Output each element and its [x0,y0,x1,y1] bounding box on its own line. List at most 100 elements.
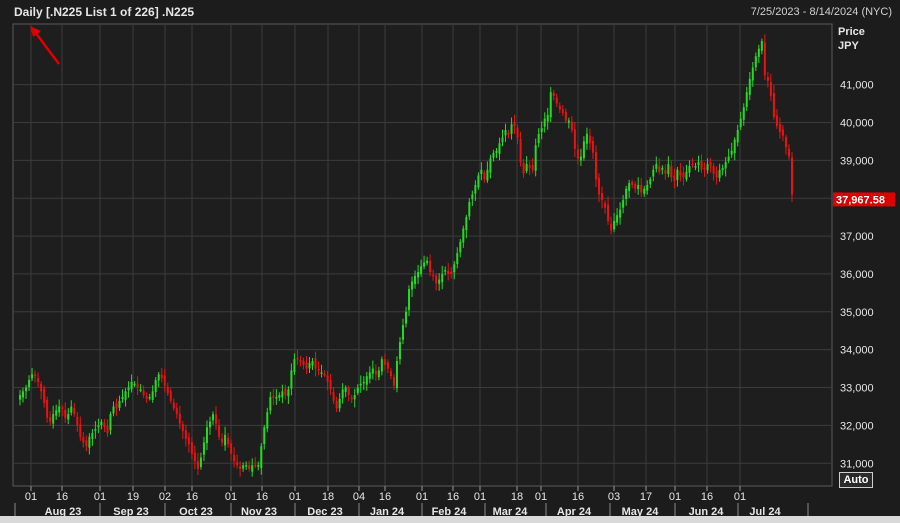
candle-body [181,423,184,432]
candle-body [468,201,471,217]
x-day-label: 18 [322,491,334,503]
candle-body [558,105,561,110]
candle-body [326,375,329,382]
candle-body [205,427,208,444]
candle-body [709,162,712,167]
candle-body [43,388,46,403]
chart-title: Daily [.N225 List 1 of 226] .N225 [14,5,195,19]
candle-body [604,203,607,208]
candle-body [480,169,483,174]
candle-body [163,375,166,386]
candle-body [534,145,537,171]
candle-body [625,188,628,200]
candle-body [513,122,516,127]
candle-body [386,362,389,369]
candle-body [142,390,145,396]
candle-body [52,414,55,424]
candle-body [441,273,444,283]
candle-body [230,443,233,454]
candle-body [661,167,664,170]
x-day-label: 01 [416,491,428,503]
y-tick-label: 36,000 [840,269,874,281]
candle-body [667,164,670,175]
x-day-label: 16 [447,491,459,503]
x-day-label: 01 [25,491,37,503]
candle-body [199,457,202,467]
x-day-label: 16 [379,491,391,503]
candle-body [763,42,766,76]
candle-body [426,260,429,264]
candle-body [308,362,311,369]
candle-body [706,164,709,171]
candle-body [172,402,175,409]
candle-body [314,358,317,369]
candle-body [582,141,585,159]
horizontal-scrollbar[interactable] [0,516,900,523]
candle-body [350,397,353,400]
candle-body [31,374,34,379]
x-day-label: 01 [669,491,681,503]
candle-body [383,359,386,365]
candle-body [414,275,417,284]
candle-body [715,171,718,178]
candle-body [546,114,549,122]
candle-body [628,183,631,191]
candle-body [685,171,688,180]
candle-body [224,434,227,446]
candle-body [341,389,344,399]
candle-body [215,414,218,424]
candlestick-chart: 31,000 32,000 33,000 34,000 35,000 36,000 37,0… [12,23,895,518]
candle-body [607,204,610,221]
candle-body [353,395,356,400]
x-day-label: 01 [734,491,746,503]
candle-body [395,361,398,389]
candle-body [507,132,510,135]
candle-body [748,78,751,95]
candle-body [489,158,492,173]
y-tick-label: 41,000 [840,80,874,92]
candle-body [652,169,655,177]
candle-body [100,421,103,426]
candle-body [634,184,637,189]
candle-body [619,209,622,218]
candle-body [106,426,109,433]
candle-body [359,383,362,386]
candle-body [775,115,778,127]
candle-body [579,156,582,161]
x-day-label: 03 [608,491,620,503]
candle-body [374,370,377,375]
candle-body [598,177,600,195]
candle-body [679,171,682,176]
candle-body [88,436,91,448]
auto-scale-button[interactable]: Auto [839,472,873,488]
candle-body [622,200,625,208]
candle-body [525,164,528,172]
candle-body [67,414,70,420]
candle-body [251,465,254,472]
candle-body [754,56,757,68]
candle-body [133,383,136,386]
candle-body [649,179,652,185]
candle-body [610,223,613,231]
y-tick-label: 34,000 [840,345,874,357]
candle-body [591,141,594,153]
y-tick-label: 31,000 [840,458,874,470]
x-day-label: 18 [511,491,523,503]
candle-body [218,425,221,437]
candle-body [757,48,760,57]
candle-body [447,270,450,274]
y-tick-label: 32,000 [840,420,874,432]
candle-body [791,157,793,195]
x-day-label: 16 [572,491,584,503]
candle-body [127,387,130,391]
candle-body [40,383,43,392]
candle-body [368,372,371,379]
candle-body [483,172,486,180]
candle-body [302,360,305,365]
candle-body [392,377,395,386]
candle-body [70,406,73,413]
candle-body [193,452,196,462]
candle-body [528,165,531,168]
candle-body [157,374,160,381]
candle-body [338,398,341,409]
